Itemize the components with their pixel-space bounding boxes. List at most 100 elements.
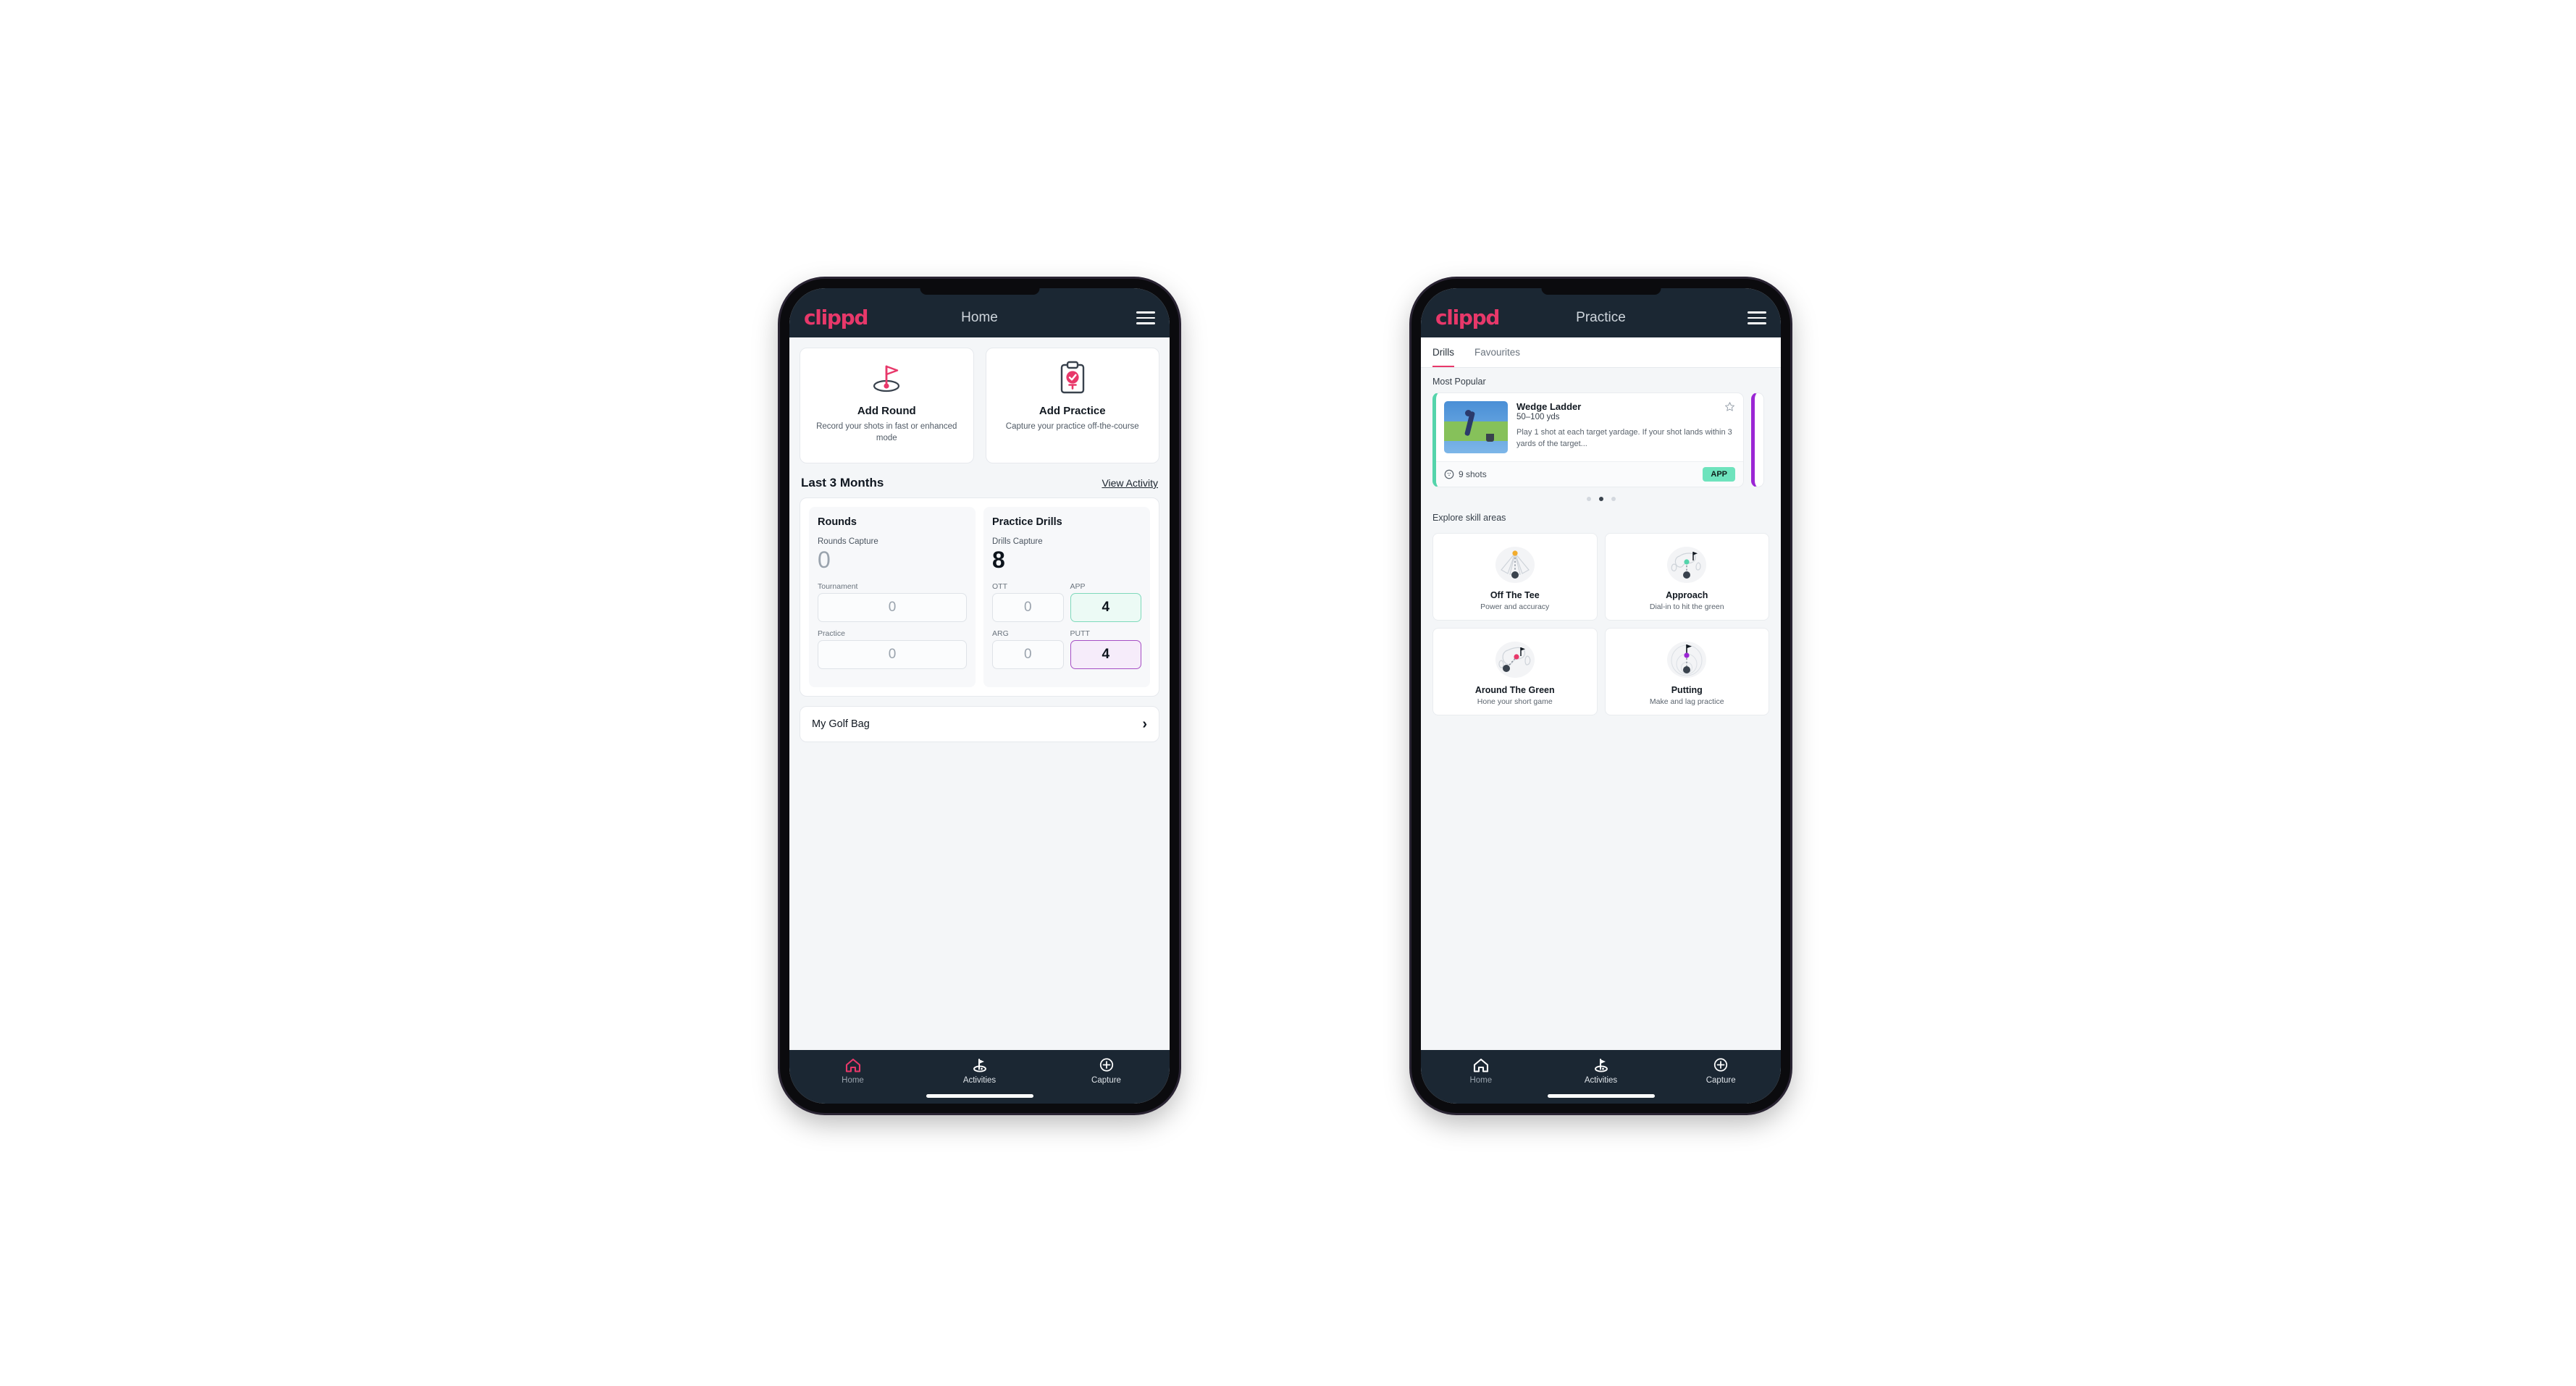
- clippd-logo[interactable]: clippd: [1435, 308, 1500, 328]
- skill-subtitle-approach: Dial-in to hit the green: [1649, 602, 1724, 611]
- practice-value-box[interactable]: 0: [818, 639, 967, 669]
- golf-flag-icon: [973, 1059, 986, 1072]
- app-value-box[interactable]: 4: [1070, 592, 1141, 622]
- skill-subtitle-off-the-tee: Power and accuracy: [1480, 602, 1550, 611]
- home-indicator: [1547, 1094, 1655, 1098]
- putting-icon: [1611, 637, 1763, 682]
- nav-label-capture: Capture: [1091, 1076, 1121, 1085]
- arg-label: ARG: [992, 629, 1009, 638]
- skill-card-around-the-green[interactable]: Around The Green Hone your short game: [1432, 628, 1598, 715]
- drill-card-next-peek[interactable]: [1751, 392, 1764, 487]
- phone-screen-home: clippd Home Add Round Record your shots …: [789, 288, 1170, 1104]
- arg-putt-labels: ARG PUTT: [992, 629, 1141, 640]
- quick-actions-row: Add Round Record your shots in fast or e…: [789, 337, 1170, 463]
- off-the-tee-icon: [1439, 542, 1591, 587]
- home-icon: [845, 1058, 860, 1072]
- nav-label-home: Home: [1469, 1076, 1493, 1085]
- section-title: Last 3 Months: [801, 476, 884, 490]
- bottom-nav-practice: Home Activities Capture: [1421, 1050, 1781, 1104]
- skill-card-off-the-tee[interactable]: Off The Tee Power and accuracy: [1432, 533, 1598, 621]
- ott-app-labels: OTT APP: [992, 582, 1141, 593]
- drills-capture-value: 8: [992, 547, 1005, 573]
- drill-card-top: Wedge Ladder 50–100 yds Play 1 shot at e…: [1436, 393, 1743, 461]
- my-golf-bag-row[interactable]: My Golf Bag ›: [800, 705, 1159, 742]
- bottom-nav-home: Home Activities Capture: [789, 1050, 1170, 1104]
- practice-tabs: Drills Favourites: [1421, 337, 1781, 368]
- drill-card-wedge-ladder[interactable]: Wedge Ladder 50–100 yds Play 1 shot at e…: [1432, 392, 1744, 487]
- phone-device-home: clippd Home Add Round Record your shots …: [780, 279, 1179, 1113]
- ott-label: OTT: [992, 581, 1007, 591]
- putt-value-box[interactable]: 4: [1070, 639, 1141, 669]
- chevron-right-icon: ›: [1142, 715, 1147, 732]
- nav-label-capture: Capture: [1706, 1076, 1736, 1085]
- tab-favourites[interactable]: Favourites: [1474, 337, 1530, 367]
- hamburger-icon[interactable]: [1136, 311, 1155, 324]
- nav-item-activities[interactable]: Activities: [916, 1057, 1043, 1085]
- arg-putt-row-group: ARG PUTT 0 4: [992, 629, 1141, 669]
- nav-item-home[interactable]: Home: [1421, 1057, 1541, 1085]
- tournament-group: Tournament 0: [818, 582, 967, 622]
- arg-value-box[interactable]: 0: [992, 639, 1064, 669]
- plus-circle-icon: [1714, 1058, 1728, 1072]
- golf-ball-icon: [1444, 469, 1454, 479]
- phone-device-practice: clippd Practice Drills Favourites Most P…: [1411, 279, 1790, 1113]
- tournament-value-box[interactable]: 0: [818, 592, 967, 622]
- skill-card-approach[interactable]: Approach Dial-in to hit the green: [1604, 533, 1769, 621]
- clippd-logo[interactable]: clippd: [804, 308, 868, 328]
- most-popular-label: Most Popular: [1432, 377, 1486, 387]
- skill-card-putting[interactable]: Putting Make and lag practice: [1604, 628, 1769, 715]
- arg-putt-values: 0 4: [992, 639, 1141, 669]
- explore-skill-areas-label: Explore skill areas: [1432, 513, 1506, 523]
- star-outline-icon[interactable]: [1724, 401, 1735, 412]
- practice-drills-column: Practice Drills Drills Capture 8 OTT APP…: [983, 507, 1150, 687]
- carousel-dots: [1421, 487, 1781, 504]
- skill-subtitle-around-the-green: Hone your short game: [1477, 697, 1553, 706]
- drill-thumbnail: [1444, 401, 1508, 453]
- ott-value-box[interactable]: 0: [992, 592, 1064, 622]
- add-practice-card[interactable]: Add Practice Capture your practice off-t…: [985, 348, 1159, 463]
- home-indicator: [926, 1094, 1033, 1098]
- drill-info: Wedge Ladder 50–100 yds Play 1 shot at e…: [1516, 401, 1735, 453]
- skill-areas-grid: Off The Tee Power and accuracy Approach …: [1421, 529, 1781, 726]
- skill-title-around-the-green: Around The Green: [1474, 685, 1555, 695]
- carousel-dot-2[interactable]: [1598, 497, 1603, 501]
- practice-group: Practice 0: [818, 629, 967, 669]
- drill-card-footer: 9 shots APP: [1436, 461, 1743, 487]
- app-bar-practice: clippd Practice: [1421, 288, 1781, 337]
- drill-shots: 9 shots: [1444, 469, 1487, 479]
- drills-carousel[interactable]: Wedge Ladder 50–100 yds Play 1 shot at e…: [1421, 392, 1781, 487]
- carousel-dot-1[interactable]: [1586, 497, 1591, 501]
- nav-item-capture[interactable]: Capture: [1043, 1057, 1170, 1085]
- my-golf-bag-label: My Golf Bag: [812, 718, 870, 730]
- phone-screen-practice: clippd Practice Drills Favourites Most P…: [1421, 288, 1781, 1104]
- skill-subtitle-putting: Make and lag practice: [1649, 697, 1724, 706]
- clipboard-check-icon: [1057, 361, 1088, 395]
- golf-flag-icon: [1594, 1059, 1608, 1072]
- tab-drills[interactable]: Drills: [1432, 337, 1464, 367]
- drill-description: Play 1 shot at each target yardage. If y…: [1516, 428, 1732, 448]
- add-round-subtitle: Record your shots in fast or enhanced mo…: [816, 422, 957, 442]
- add-round-card[interactable]: Add Round Record your shots in fast or e…: [800, 348, 974, 463]
- putt-label: PUTT: [1070, 629, 1090, 638]
- plus-circle-icon: [1099, 1058, 1113, 1072]
- practice-label: Practice: [818, 629, 845, 638]
- carousel-dot-3[interactable]: [1611, 497, 1616, 501]
- device-notch: [920, 288, 1039, 295]
- rounds-column: Rounds Rounds Capture 0 Tournament 0 Pra…: [809, 507, 976, 687]
- golf-flag-hole-icon: [868, 361, 905, 395]
- app-label: APP: [1070, 581, 1086, 591]
- home-content: Add Round Record your shots in fast or e…: [789, 337, 1170, 1050]
- nav-item-capture[interactable]: Capture: [1661, 1057, 1781, 1085]
- drill-title: Wedge Ladder: [1516, 401, 1582, 412]
- nav-label-home: Home: [842, 1076, 864, 1085]
- nav-item-activities[interactable]: Activities: [1541, 1057, 1661, 1085]
- app-bar-home: clippd Home: [789, 288, 1170, 337]
- practice-content: Drills Favourites Most Popular Wedge Lad…: [1421, 337, 1781, 1050]
- nav-label-activities: Activities: [962, 1076, 997, 1085]
- nav-item-home[interactable]: Home: [789, 1057, 916, 1085]
- drill-yardage: 50–100 yds: [1516, 413, 1560, 421]
- hamburger-icon[interactable]: [1748, 311, 1766, 324]
- rounds-heading: Rounds: [818, 516, 857, 528]
- nav-label-activities: Activities: [1584, 1076, 1618, 1085]
- view-activity-link[interactable]: View Activity: [1102, 477, 1158, 489]
